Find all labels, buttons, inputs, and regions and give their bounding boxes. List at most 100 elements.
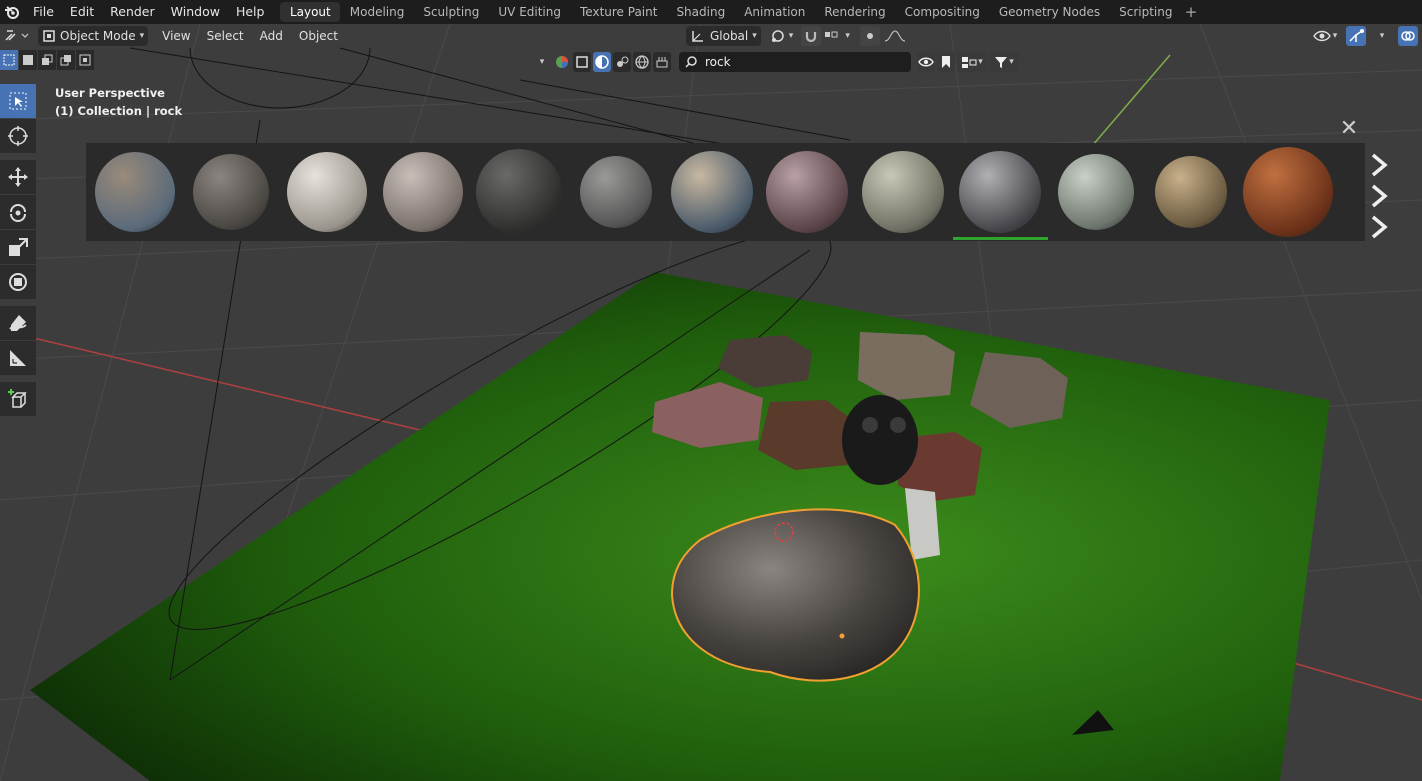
- tab-modeling[interactable]: Modeling: [340, 2, 414, 22]
- asset-filter-material[interactable]: [593, 52, 611, 72]
- chevron-right-icon[interactable]: [1366, 212, 1392, 242]
- editor-type-button[interactable]: [4, 26, 30, 46]
- material-preview[interactable]: [476, 149, 562, 235]
- view-perspective-label: User Perspective: [55, 86, 165, 100]
- tool-add-cube[interactable]: [0, 382, 36, 416]
- filter-icon: [995, 57, 1008, 68]
- material-preview[interactable]: [862, 151, 944, 233]
- tab-shading[interactable]: Shading: [667, 2, 735, 22]
- asset-filter-scene[interactable]: [653, 52, 671, 72]
- material-preview[interactable]: [193, 154, 269, 230]
- material-preview[interactable]: [1243, 147, 1333, 237]
- tab-texture-paint[interactable]: Texture Paint: [571, 2, 667, 22]
- asset-search-box[interactable]: [679, 52, 911, 72]
- cursor-3d-icon: [8, 126, 28, 146]
- tool-scale[interactable]: [0, 230, 36, 264]
- tool-annotate[interactable]: [0, 306, 36, 340]
- library-icon: [962, 57, 977, 68]
- menu-help[interactable]: Help: [228, 0, 273, 24]
- object-menu[interactable]: Object: [291, 26, 346, 46]
- select-intersect-button[interactable]: [76, 50, 94, 70]
- brush-filter-icon: [617, 56, 629, 67]
- gizmo-toggle[interactable]: [1346, 26, 1366, 46]
- proportional-edit[interactable]: [859, 26, 906, 46]
- tab-rendering[interactable]: Rendering: [815, 2, 895, 22]
- chevron-right-icon[interactable]: [1366, 150, 1392, 180]
- proportional-edit-icon: [859, 26, 880, 46]
- overlay-toggle[interactable]: [1398, 26, 1418, 46]
- chevron-right-icon[interactable]: [1366, 181, 1392, 211]
- material-preview[interactable]: [95, 152, 175, 232]
- asset-bookmark-button[interactable]: [937, 52, 955, 72]
- select-new-button[interactable]: [19, 50, 37, 70]
- asset-filter-dropdown[interactable]: ▾: [989, 52, 1019, 72]
- tool-measure[interactable]: [0, 341, 36, 375]
- tool-rotate[interactable]: [0, 195, 36, 229]
- snap-toggle[interactable]: ▾: [801, 26, 850, 46]
- 3d-viewport[interactable]: [0, 24, 1422, 781]
- pivot-dropdown[interactable]: ▾: [769, 26, 793, 46]
- eye-icon: [1312, 30, 1331, 42]
- tool-cursor[interactable]: [0, 119, 36, 153]
- selection-mode-buttons: [0, 50, 94, 72]
- tab-sculpting[interactable]: Sculpting: [414, 2, 489, 22]
- material-filter-icon: [595, 55, 609, 69]
- menu-window[interactable]: Window: [163, 0, 228, 24]
- menu-edit[interactable]: Edit: [62, 0, 102, 24]
- tool-select[interactable]: [0, 84, 36, 118]
- close-icon[interactable]: ✕: [1338, 116, 1360, 141]
- select-subtract-button[interactable]: [57, 50, 75, 70]
- material-preview[interactable]: [383, 152, 463, 232]
- material-preview[interactable]: [671, 151, 753, 233]
- asset-visibility-toggle[interactable]: [917, 52, 935, 72]
- gizmo-dropdown[interactable]: ▾: [1372, 26, 1392, 46]
- blender-logo-icon[interactable]: [3, 3, 21, 21]
- tool-move[interactable]: [0, 160, 36, 194]
- visibility-dropdown[interactable]: ▾: [1310, 26, 1340, 46]
- tab-uv-editing[interactable]: UV Editing: [489, 2, 571, 22]
- tab-layout[interactable]: Layout: [280, 2, 341, 22]
- asset-search-input[interactable]: [703, 54, 897, 70]
- viewport-right-controls: ▾ ▾: [1310, 26, 1418, 46]
- select-extend-button[interactable]: [38, 50, 56, 70]
- asset-filter-world[interactable]: [633, 52, 651, 72]
- select-box-mode-button[interactable]: [0, 50, 18, 70]
- asset-filter-brush[interactable]: [613, 52, 631, 72]
- chevron-down-icon: ▾: [539, 57, 545, 67]
- tab-geometry-nodes[interactable]: Geometry Nodes: [989, 2, 1109, 22]
- chevron-down-icon: ▾: [845, 31, 850, 41]
- select-menu[interactable]: Select: [199, 26, 252, 46]
- asset-library-dropdown[interactable]: ▾: [957, 52, 987, 72]
- tab-animation[interactable]: Animation: [735, 2, 815, 22]
- scene-filter-icon: [656, 57, 668, 68]
- world-filter-icon: [635, 55, 649, 69]
- view-menu[interactable]: View: [154, 26, 198, 46]
- menu-render[interactable]: Render: [102, 0, 163, 24]
- asset-filter-object[interactable]: [573, 52, 591, 72]
- material-preview[interactable]: [766, 151, 848, 233]
- viewport-header: Object Mode ▾ View Select Add Object Glo…: [0, 24, 1422, 48]
- material-preview[interactable]: [1155, 156, 1227, 228]
- grass-plane: [30, 272, 1330, 781]
- material-preview[interactable]: [287, 152, 367, 232]
- add-menu[interactable]: Add: [252, 26, 291, 46]
- tool-transform[interactable]: [0, 265, 36, 299]
- tab-compositing[interactable]: Compositing: [895, 2, 989, 22]
- gizmo-icon: [1349, 29, 1364, 42]
- asset-type-button[interactable]: [553, 52, 571, 72]
- add-cube-icon: [8, 389, 27, 408]
- material-preview[interactable]: [1058, 154, 1134, 230]
- menu-file[interactable]: File: [25, 0, 62, 24]
- add-workspace-icon[interactable]: +: [1182, 3, 1200, 21]
- intersect-icon: [79, 54, 91, 66]
- asset-bar-collapse[interactable]: ▾: [533, 52, 551, 72]
- material-type-icon: [556, 56, 568, 68]
- material-preview[interactable]: [580, 156, 652, 228]
- orientation-dropdown[interactable]: Global ▾: [685, 26, 761, 46]
- mode-label: Object Mode: [60, 29, 136, 43]
- snap-target-icon: [825, 31, 838, 38]
- tab-scripting[interactable]: Scripting: [1110, 2, 1182, 22]
- mode-dropdown[interactable]: Object Mode ▾: [38, 26, 149, 46]
- material-preview[interactable]: [959, 151, 1041, 233]
- rock-object: [670, 508, 920, 682]
